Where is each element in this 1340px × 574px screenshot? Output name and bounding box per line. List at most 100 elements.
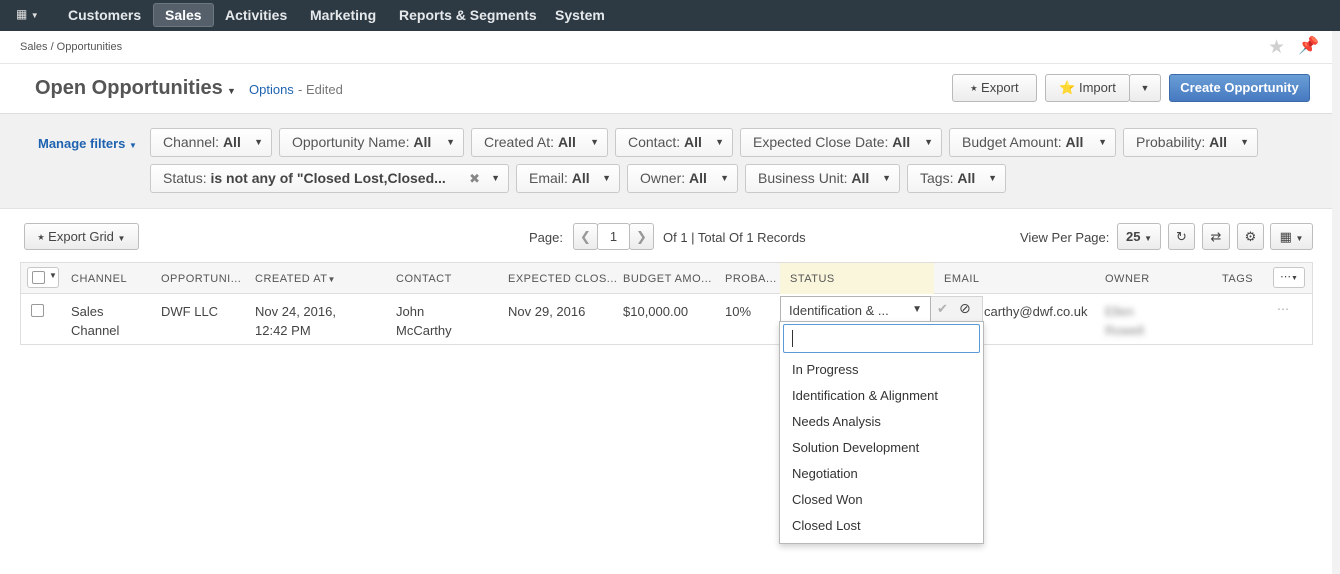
- filter-created-at[interactable]: Created At: All ▼: [471, 128, 608, 157]
- filter-contact[interactable]: Contact: All ▼: [615, 128, 733, 157]
- star-icon[interactable]: ★: [1268, 36, 1285, 59]
- chevron-down-icon: ▼: [30, 11, 39, 20]
- cell-created-at: Nov 24, 2016, 12:42 PM: [255, 304, 336, 338]
- import-button[interactable]: ⭐ Import: [1045, 74, 1130, 102]
- cancel-icon[interactable]: ⊘: [959, 300, 971, 317]
- status-option-in-progress[interactable]: In Progress: [792, 362, 858, 377]
- column-actions-menu[interactable]: ⋯▼: [1273, 267, 1305, 288]
- nav-sales[interactable]: Sales: [153, 3, 214, 27]
- page-info: Of 1 | Total Of 1 Records: [663, 230, 806, 245]
- caret-down-icon[interactable]: ▼: [227, 86, 236, 96]
- nav-activities[interactable]: Activities: [214, 3, 298, 27]
- upload-icon: ⭑: [970, 80, 978, 95]
- caret-down-icon: ▼: [1140, 83, 1150, 93]
- caret-down-icon: ▼: [590, 137, 599, 147]
- sort-down-icon: ▼: [327, 275, 336, 284]
- grid-settings-button[interactable]: ⚙: [1237, 223, 1264, 250]
- caret-down-icon: ▼: [988, 173, 997, 183]
- nav-system[interactable]: System: [544, 3, 616, 27]
- dashboard-menu-button[interactable]: ▦ ▼: [8, 4, 48, 26]
- filter-channel[interactable]: Channel: All ▼: [150, 128, 272, 157]
- caret-down-icon: ▼: [49, 271, 57, 280]
- caret-down-icon: ▼: [254, 137, 263, 147]
- page-label: Page:: [529, 230, 563, 245]
- cell-budget: $10,000.00: [623, 304, 689, 319]
- page-title[interactable]: Open Opportunities: [35, 77, 223, 100]
- caret-down-icon: ▼: [1098, 137, 1107, 147]
- upload-icon: ⭑: [37, 229, 45, 244]
- status-option-negotiation[interactable]: Negotiation: [792, 466, 858, 481]
- cell-expected-close: Nov 29, 2016: [508, 304, 586, 319]
- filter-budget-amount[interactable]: Budget Amount: All ▼: [949, 128, 1116, 157]
- column-header-budget[interactable]: BUDGET AMO...: [623, 273, 712, 285]
- text-cursor: [792, 330, 793, 347]
- filter-expected-close-date[interactable]: Expected Close Date: All ▼: [740, 128, 942, 157]
- previous-page-button[interactable]: ❮: [573, 223, 598, 250]
- select-all-checkbox[interactable]: [32, 271, 45, 284]
- status-dropdown: In Progress Identification & Alignment N…: [779, 321, 984, 544]
- save-check-icon[interactable]: ✔: [937, 301, 948, 317]
- view-per-page-label: View Per Page:: [1020, 230, 1110, 245]
- cell-probability: 10%: [725, 304, 752, 319]
- column-header-expected-close[interactable]: EXPECTED CLOS...: [508, 273, 617, 285]
- status-option-closed-lost[interactable]: Closed Lost: [792, 518, 861, 533]
- table-icon: ▦: [1279, 229, 1292, 244]
- chevron-right-icon: ❯: [636, 229, 647, 244]
- column-header-status[interactable]: STATUS: [790, 273, 835, 285]
- download-icon: ⭐: [1059, 80, 1076, 95]
- edited-label: - Edited: [298, 82, 343, 97]
- column-header-email[interactable]: EMAIL: [944, 273, 980, 285]
- close-icon[interactable]: ✖: [469, 165, 480, 192]
- nav-marketing[interactable]: Marketing: [299, 3, 387, 27]
- filter-probability[interactable]: Probability: All ▼: [1123, 128, 1258, 157]
- column-header-contact[interactable]: CONTACT: [396, 273, 452, 285]
- column-header-owner[interactable]: OWNER: [1105, 273, 1150, 285]
- per-page-select[interactable]: 25 ▼: [1117, 223, 1161, 250]
- chevron-left-icon: ❮: [580, 229, 591, 244]
- caret-down-icon: ▼: [1144, 234, 1152, 243]
- create-opportunity-button[interactable]: Create Opportunity: [1169, 74, 1310, 102]
- page-scrollbar[interactable]: [1332, 31, 1340, 574]
- filter-email[interactable]: Email: All ▼: [516, 164, 620, 193]
- cell-owner: Ellen Rowell: [1105, 304, 1145, 338]
- column-header-probability[interactable]: PROBA...: [725, 273, 777, 285]
- column-header-created-at[interactable]: CREATED AT▼: [255, 273, 336, 285]
- options-link[interactable]: Options: [249, 82, 294, 97]
- export-grid-button[interactable]: ⭑ Export Grid ▼: [24, 223, 139, 250]
- grid-view-button[interactable]: ▦ ▼: [1270, 223, 1313, 250]
- caret-down-icon: ▼: [446, 137, 455, 147]
- page-number-input[interactable]: 1: [597, 223, 630, 250]
- next-page-button[interactable]: ❯: [629, 223, 654, 250]
- column-header-channel[interactable]: CHANNEL: [71, 273, 127, 285]
- column-header-tags[interactable]: TAGS: [1222, 273, 1253, 285]
- row-actions-icon[interactable]: ⋯: [1277, 302, 1289, 316]
- filter-status[interactable]: Status: is not any of "Closed Lost,Close…: [150, 164, 509, 193]
- select-all-dropdown[interactable]: ▼: [27, 267, 59, 288]
- caret-down-icon: ▼: [924, 137, 933, 147]
- status-option-needs-analysis[interactable]: Needs Analysis: [792, 414, 881, 429]
- filter-opportunity-name[interactable]: Opportunity Name: All ▼: [279, 128, 464, 157]
- status-search-input[interactable]: [783, 324, 980, 353]
- filter-tags[interactable]: Tags: All ▼: [907, 164, 1006, 193]
- import-options-button[interactable]: ▼: [1129, 74, 1161, 102]
- filter-business-unit[interactable]: Business Unit: All ▼: [745, 164, 900, 193]
- reset-button[interactable]: ⇄: [1202, 223, 1230, 250]
- row-checkbox[interactable]: [31, 304, 44, 317]
- column-header-opportunity[interactable]: OPPORTUNI...: [161, 273, 241, 285]
- more-icon: ⋯: [1280, 271, 1292, 283]
- inline-edit-actions: ✔ ⊘: [931, 296, 983, 323]
- nav-customers[interactable]: Customers: [57, 3, 152, 27]
- filter-owner[interactable]: Owner: All ▼: [627, 164, 738, 193]
- nav-reports-segments[interactable]: Reports & Segments: [388, 3, 548, 27]
- refresh-button[interactable]: ↻: [1168, 223, 1195, 250]
- pin-icon[interactable]: 📌: [1298, 36, 1319, 56]
- manage-filters-button[interactable]: Manage filters ▼: [38, 136, 137, 151]
- cell-email[interactable]: carthy@dwf.co.uk: [984, 302, 1088, 321]
- status-inline-select[interactable]: Identification & ... ▼: [780, 296, 931, 323]
- caret-down-icon: ▼: [715, 137, 724, 147]
- export-button[interactable]: ⭑ Export: [952, 74, 1037, 102]
- status-option-solution-development[interactable]: Solution Development: [792, 440, 919, 455]
- status-option-closed-won[interactable]: Closed Won: [792, 492, 863, 507]
- caret-down-icon: ▼: [720, 173, 729, 183]
- status-option-identification[interactable]: Identification & Alignment: [792, 388, 938, 403]
